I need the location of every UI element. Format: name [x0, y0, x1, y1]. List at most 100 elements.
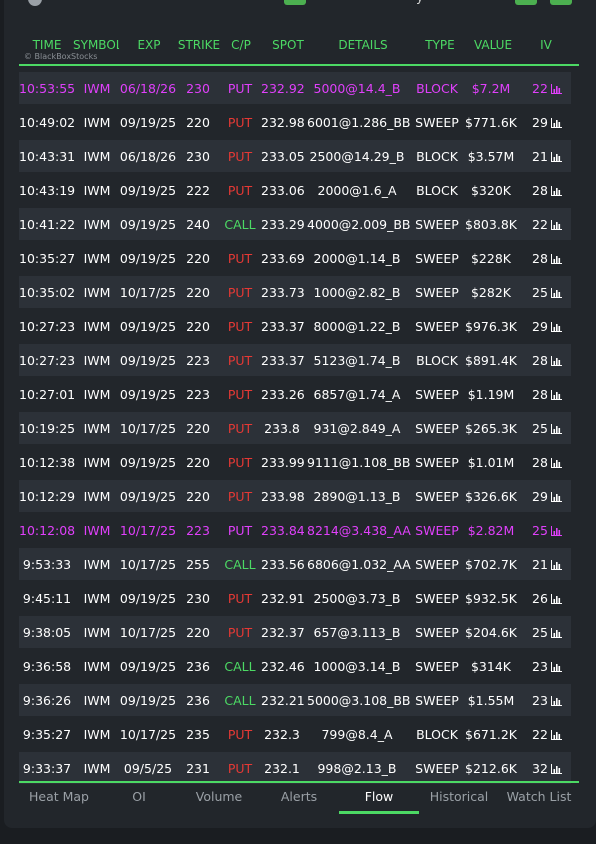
iv-value: 29 — [532, 115, 548, 130]
table-row[interactable]: 10:12:08 IWM 10/17/25 223 PUT 233.84 8214@3.43… — [19, 514, 571, 546]
column-header-exp[interactable]: EXP — [127, 38, 171, 52]
bar-chart-icon[interactable] — [550, 696, 562, 706]
bar-chart-icon[interactable] — [550, 84, 562, 94]
column-header-cp[interactable]: C/P — [223, 38, 259, 52]
table-row[interactable]: 9:45:11 IWM 09/19/25 230 PUT 232.91 2500@3.73_… — [19, 582, 571, 614]
cell-spot: 232.1 — [264, 761, 300, 776]
green-action-button[interactable] — [515, 0, 537, 5]
cell-strike: 220 — [186, 285, 210, 300]
table-row[interactable]: 9:35:27 IWM 10/17/25 235 PUT 232.3 799@8.4_A BL… — [19, 718, 571, 750]
table-row[interactable]: 10:53:55 IWM 06/18/26 230 PUT 232.92 5000@14.4… — [19, 72, 571, 104]
tab-historical[interactable]: Historical — [419, 789, 499, 804]
cell-iv: 28 — [527, 387, 567, 402]
cell-strike: 222 — [186, 183, 210, 198]
cell-value: $891.4K — [465, 353, 517, 368]
cell-details: 799@8.4_A — [321, 727, 393, 742]
cell-type: SWEEP — [415, 421, 459, 436]
cell-exp: 10/17/25 — [119, 557, 177, 572]
cell-symbol: IWM — [83, 625, 111, 640]
cell-time: 10:27:23 — [19, 319, 76, 334]
table-row[interactable]: 10:27:23 IWM 09/19/25 223 PUT 233.37 5123@1.74… — [19, 344, 571, 376]
table-row[interactable]: 10:19:25 IWM 10/17/25 220 PUT 233.8 931@2.849_… — [19, 412, 571, 444]
cell-details: 9111@1.108_BB — [307, 455, 411, 470]
bar-chart-icon[interactable] — [550, 594, 562, 604]
table-row[interactable]: 10:41:22 IWM 09/19/25 240 CALL 233.29 4000@2.0… — [19, 208, 571, 240]
iv-value: 29 — [532, 319, 548, 334]
bar-chart-icon[interactable] — [550, 118, 562, 128]
cell-cp: PUT — [227, 523, 253, 538]
green-toggle-button[interactable] — [284, 0, 306, 5]
cell-value: $228K — [470, 251, 511, 266]
cell-value: $1.55M — [467, 693, 515, 708]
bar-chart-icon[interactable] — [550, 254, 562, 264]
bar-chart-icon[interactable] — [550, 526, 562, 536]
table-row[interactable]: 9:36:58 IWM 09/19/25 236 CALL 232.46 1000@3.14… — [19, 650, 571, 682]
column-header-symbol[interactable]: SYMBOL — [73, 38, 119, 52]
cell-details: 4000@2.009_BB — [307, 217, 411, 232]
tab-oi[interactable]: OI — [99, 789, 179, 804]
iv-value: 25 — [532, 285, 548, 300]
cell-symbol: IWM — [83, 251, 111, 266]
bar-chart-icon[interactable] — [550, 322, 562, 332]
column-header-spot[interactable]: SPOT — [265, 38, 311, 52]
tab-flow[interactable]: Flow — [339, 789, 419, 804]
table-row[interactable]: 10:43:19 IWM 09/19/25 222 PUT 233.06 2000@1.6_… — [19, 174, 571, 206]
cell-spot: 232.46 — [261, 659, 305, 674]
table-row[interactable]: 10:35:02 IWM 10/17/25 220 PUT 233.73 1000@2.82… — [19, 276, 571, 308]
cell-strike: 220 — [186, 421, 210, 436]
column-header-iv[interactable]: IV — [531, 38, 561, 52]
cell-symbol: IWM — [83, 217, 111, 232]
table-row[interactable]: 9:38:05 IWM 10/17/25 220 PUT 232.37 657@3.113_… — [19, 616, 571, 648]
tab-heat-map[interactable]: Heat Map — [19, 789, 99, 804]
column-header-details[interactable]: DETAILS — [313, 38, 413, 52]
cell-cp: CALL — [224, 693, 256, 708]
table-row[interactable]: 10:27:01 IWM 09/19/25 223 PUT 233.26 6857@1.74… — [19, 378, 571, 410]
iv-value: 21 — [532, 149, 548, 164]
cell-cp: PUT — [227, 149, 253, 164]
table-row[interactable]: 9:33:37 IWM 09/5/25 231 PUT 232.1 998@2.13_B SW… — [19, 752, 571, 784]
bar-chart-icon[interactable] — [550, 186, 562, 196]
table-row[interactable]: 9:53:33 IWM 10/17/25 255 CALL 233.56 6806@1.03… — [19, 548, 571, 580]
bar-chart-icon[interactable] — [550, 356, 562, 366]
bar-chart-icon[interactable] — [550, 662, 562, 672]
cell-spot: 233.37 — [261, 319, 305, 334]
bar-chart-icon[interactable] — [550, 288, 562, 298]
bar-chart-icon[interactable] — [550, 628, 562, 638]
cell-details: 6001@1.286_BB — [307, 115, 411, 130]
bar-chart-icon[interactable] — [550, 458, 562, 468]
tab-volume[interactable]: Volume — [179, 789, 259, 804]
circle-icon[interactable] — [28, 0, 42, 6]
cell-cp: CALL — [224, 557, 256, 572]
cell-type: SWEEP — [415, 591, 459, 606]
cell-exp: 09/19/25 — [119, 115, 177, 130]
bar-chart-icon[interactable] — [550, 492, 562, 502]
table-row[interactable]: 10:35:27 IWM 09/19/25 220 PUT 233.69 2000@1.14… — [19, 242, 571, 274]
bar-chart-icon[interactable] — [550, 424, 562, 434]
table-row[interactable]: 10:12:29 IWM 09/19/25 220 PUT 233.98 2890@1.13… — [19, 480, 571, 512]
cell-strike: 230 — [186, 81, 210, 96]
cell-value: $771.6K — [465, 115, 517, 130]
table-row[interactable]: 10:27:23 IWM 09/19/25 220 PUT 233.37 8000@1.22… — [19, 310, 571, 342]
cell-details: 2000@1.14_B — [313, 251, 401, 266]
column-header-strike[interactable]: STRIKE — [175, 38, 223, 52]
cell-type: SWEEP — [415, 523, 459, 538]
table-row[interactable]: 9:36:26 IWM 09/19/25 236 CALL 232.21 5000@3.10… — [19, 684, 571, 716]
column-header-type[interactable]: TYPE — [417, 38, 463, 52]
cell-strike: 235 — [186, 727, 210, 742]
bar-chart-icon[interactable] — [550, 220, 562, 230]
bar-chart-icon[interactable] — [550, 764, 562, 774]
green-action-button[interactable] — [550, 0, 572, 5]
column-header-value[interactable]: VALUE — [467, 38, 519, 52]
table-row[interactable]: 10:49:02 IWM 09/19/25 220 PUT 232.98 6001@1.28… — [19, 106, 571, 138]
cell-details: 2890@1.13_B — [313, 489, 401, 504]
bar-chart-icon[interactable] — [550, 390, 562, 400]
bar-chart-icon[interactable] — [550, 730, 562, 740]
bar-chart-icon[interactable] — [550, 560, 562, 570]
table-row[interactable]: 10:43:31 IWM 06/18/26 230 PUT 233.05 2500@14.2… — [19, 140, 571, 172]
table-row[interactable]: 10:12:38 IWM 09/19/25 220 PUT 233.99 9111@1.10… — [19, 446, 571, 478]
cell-time: 10:53:55 — [19, 81, 76, 96]
bar-chart-icon[interactable] — [550, 152, 562, 162]
column-header-time[interactable]: TIME — [29, 38, 65, 52]
tab-watch-list[interactable]: Watch List — [499, 789, 579, 804]
tab-alerts[interactable]: Alerts — [259, 789, 339, 804]
